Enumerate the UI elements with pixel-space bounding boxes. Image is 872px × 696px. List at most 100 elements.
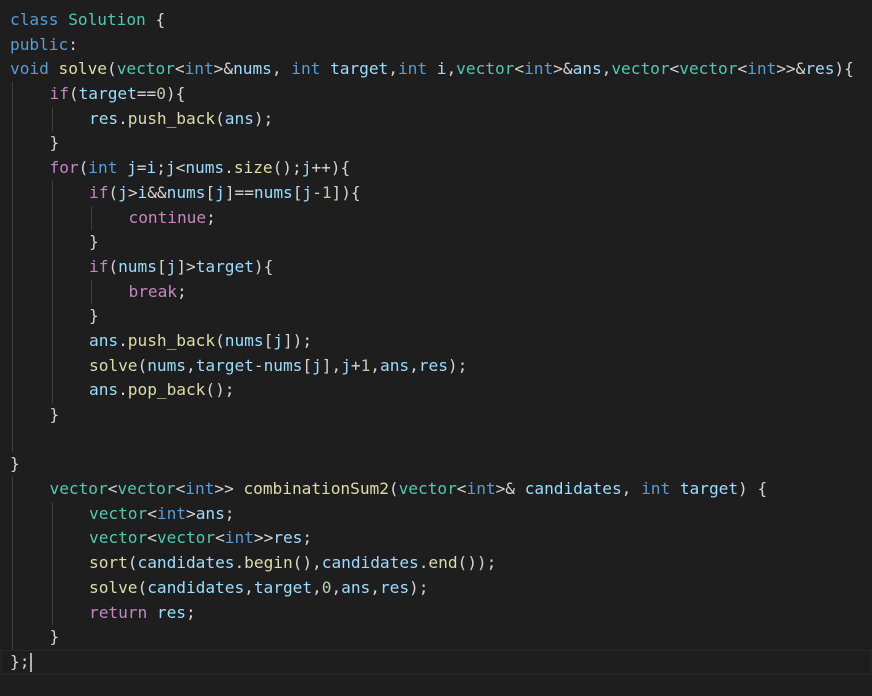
code-token: ans bbox=[380, 355, 410, 375]
code-token: class bbox=[10, 10, 59, 29]
code-token: . bbox=[418, 553, 429, 573]
code-line[interactable]: void solve(vector<int>&nums, int target,… bbox=[0, 57, 872, 82]
code-token: vector bbox=[49, 479, 108, 499]
code-token: if bbox=[49, 84, 69, 104]
code-token: , bbox=[370, 577, 380, 597]
indent-guide bbox=[51, 501, 53, 527]
code-token: [ bbox=[302, 355, 313, 375]
code-line[interactable]: if(j>i&&nums[j]==nums[j-1]){ bbox=[0, 180, 872, 206]
code-token: , bbox=[601, 59, 612, 79]
code-token: ()); bbox=[457, 553, 497, 573]
code-line[interactable]: }; bbox=[0, 649, 872, 675]
code-token: nums bbox=[166, 182, 206, 202]
code-token: Solution bbox=[68, 10, 146, 29]
code-line[interactable]: } bbox=[0, 131, 872, 157]
code-line[interactable]: vector<vector<int>> combinationSum2(vect… bbox=[0, 477, 872, 502]
indent-guide bbox=[51, 526, 53, 552]
code-token: < bbox=[107, 479, 118, 499]
code-line[interactable]: return res; bbox=[0, 600, 872, 626]
code-token: vector bbox=[679, 59, 738, 79]
code-token: vector bbox=[456, 59, 515, 79]
indent-guide bbox=[12, 131, 13, 157]
code-line[interactable]: for(int j=i;j<nums.size();j++){ bbox=[0, 156, 872, 181]
code-token: j bbox=[165, 158, 176, 178]
code-token: ]== bbox=[224, 182, 254, 202]
code-line[interactable]: public: bbox=[0, 33, 872, 58]
code-line[interactable]: ans.push_back(nums[j]); bbox=[0, 328, 872, 354]
code-line[interactable]: if(nums[j]>target){ bbox=[0, 254, 872, 280]
code-token: < bbox=[175, 158, 186, 178]
code-token: break bbox=[128, 281, 178, 301]
code-line[interactable]: break; bbox=[0, 279, 872, 305]
code-token: ( bbox=[388, 479, 399, 499]
code-token: int bbox=[156, 503, 186, 523]
code-token: ){ bbox=[834, 59, 854, 79]
code-token: int bbox=[291, 59, 321, 79]
code-token: ( bbox=[106, 59, 117, 79]
code-token: ]); bbox=[282, 330, 313, 350]
code-line[interactable]: } bbox=[0, 304, 872, 329]
code-token: push_back bbox=[127, 330, 216, 350]
indent-guide bbox=[12, 600, 13, 626]
code-token: j bbox=[215, 182, 225, 202]
code-line[interactable]: ans.pop_back(); bbox=[0, 378, 872, 403]
code-token: 1 bbox=[360, 355, 371, 375]
code-token: target bbox=[195, 256, 254, 276]
code-token: , bbox=[409, 355, 419, 375]
code-token: j bbox=[166, 256, 177, 276]
code-token: < bbox=[669, 59, 680, 79]
code-token: nums bbox=[233, 59, 272, 79]
code-line[interactable]: class Solution { bbox=[0, 8, 872, 33]
code-token: ans bbox=[89, 330, 119, 350]
code-token: res bbox=[418, 355, 448, 375]
code-token: < bbox=[514, 59, 525, 79]
code-token: solve bbox=[89, 577, 138, 597]
code-line[interactable]: continue; bbox=[0, 205, 872, 231]
code-line[interactable]: vector<vector<int>>res; bbox=[0, 526, 872, 552]
code-token: sort bbox=[89, 553, 128, 573]
code-token: i bbox=[137, 182, 148, 202]
code-token: nums bbox=[147, 355, 186, 375]
code-editor[interactable]: class Solution {public: void solve(vector… bbox=[0, 0, 872, 696]
code-token: , bbox=[244, 577, 254, 597]
code-line[interactable]: } bbox=[0, 452, 872, 477]
code-token: return bbox=[89, 602, 148, 622]
code-token: (), bbox=[292, 553, 322, 573]
indent-guide bbox=[12, 427, 13, 453]
code-token: solve bbox=[58, 59, 108, 79]
code-token: ); bbox=[447, 355, 468, 375]
code-line[interactable]: vector<int>ans; bbox=[0, 501, 872, 527]
indent-guide bbox=[12, 254, 13, 280]
code-line[interactable]: } bbox=[0, 625, 872, 650]
code-token: ; bbox=[185, 602, 196, 622]
indent-guide bbox=[51, 600, 53, 626]
code-line[interactable]: solve(nums,target-nums[j],j+1,ans,res); bbox=[0, 353, 872, 379]
indent-guide bbox=[12, 477, 13, 502]
code-token: >& bbox=[553, 59, 573, 79]
code-token: target bbox=[253, 577, 313, 597]
code-token: ( bbox=[215, 330, 225, 350]
indent-guide bbox=[12, 526, 13, 552]
code-line[interactable]: } bbox=[0, 230, 872, 255]
code-line[interactable]: res.push_back(ans); bbox=[0, 106, 872, 132]
code-token: ans bbox=[341, 577, 371, 597]
code-token: ]> bbox=[176, 256, 196, 276]
code-token: < bbox=[215, 528, 225, 548]
code-token: ans bbox=[195, 503, 225, 523]
code-line[interactable] bbox=[0, 427, 872, 453]
code-line[interactable]: solve(candidates,target,0,ans,res); bbox=[0, 575, 872, 601]
code-line[interactable]: sort(candidates.begin(),candidates.end()… bbox=[0, 551, 872, 576]
code-token: (); bbox=[272, 158, 302, 178]
code-token: ; bbox=[206, 207, 216, 227]
code-token: - bbox=[253, 355, 264, 375]
code-token: i bbox=[436, 59, 447, 79]
code-line[interactable]: if(target==0){ bbox=[0, 82, 872, 107]
code-token: ]){ bbox=[331, 182, 361, 202]
code-line[interactable]: } bbox=[0, 403, 872, 428]
indent-guide bbox=[12, 328, 13, 354]
indent-guide bbox=[51, 106, 53, 132]
